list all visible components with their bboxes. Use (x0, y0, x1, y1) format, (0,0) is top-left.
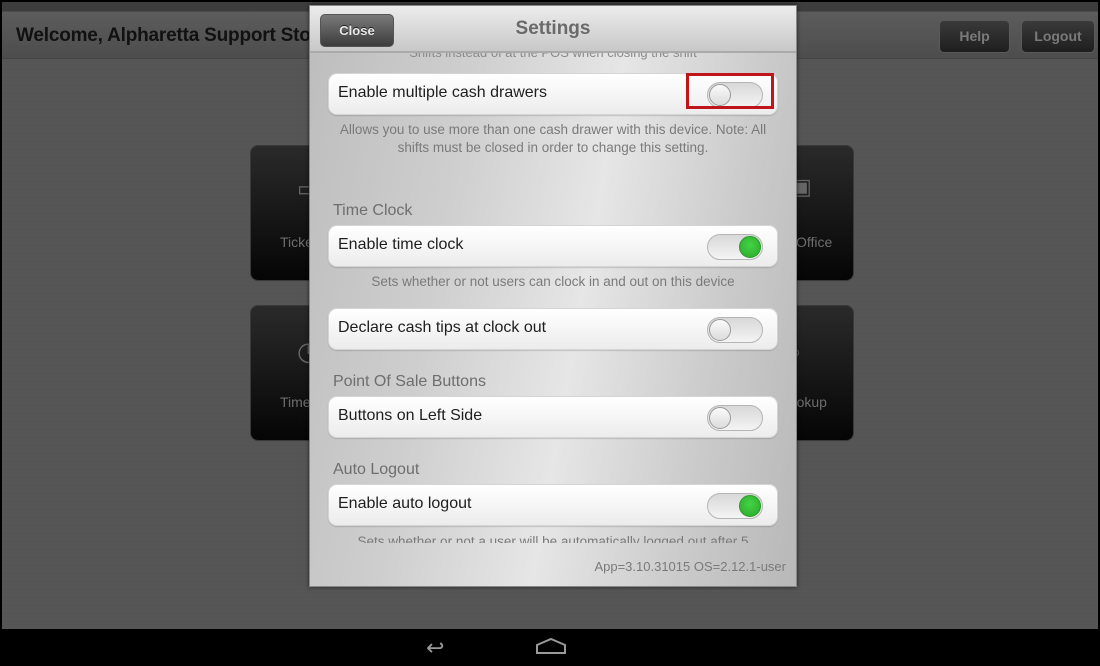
setting-enable-auto-logout: Enable auto logout (328, 484, 778, 526)
enable-auto-logout-toggle[interactable] (707, 493, 763, 519)
toggle-knob (709, 407, 731, 429)
settings-dialog: Close Settings Shifts instead of at the … (309, 5, 797, 587)
setting-label: Enable auto logout (338, 495, 472, 512)
logout-button[interactable]: Logout (1021, 20, 1095, 53)
truncated-description: Shifts instead of at the POS when closin… (310, 53, 796, 60)
setting-label: Enable multiple cash drawers (338, 84, 547, 101)
setting-description: Allows you to use more than one cash dra… (339, 122, 767, 155)
android-nav-bar: ↩ (2, 629, 1098, 664)
dialog-header: Close Settings (310, 6, 796, 53)
highlight-box (686, 73, 774, 109)
help-button[interactable]: Help (939, 20, 1010, 53)
setting-buttons-left-side: Buttons on Left Side (328, 396, 778, 438)
setting-description: Sets whether or not a user will be autom… (357, 534, 749, 543)
setting-declare-cash-tips: Declare cash tips at clock out (328, 308, 778, 350)
toggle-knob (709, 319, 731, 341)
setting-label: Enable time clock (338, 236, 464, 253)
setting-enable-time-clock: Enable time clock (328, 225, 778, 267)
enable-time-clock-toggle[interactable] (707, 234, 763, 260)
dialog-title: Settings (515, 18, 591, 39)
setting-label: Buttons on Left Side (338, 407, 483, 424)
app-screen: Welcome, Alpharetta Support Store Help L… (2, 2, 1098, 664)
setting-description: Sets whether or not users can clock in a… (371, 274, 735, 289)
declare-cash-tips-toggle[interactable] (707, 317, 763, 343)
welcome-text: Welcome, Alpharetta Support Store (16, 25, 329, 46)
back-icon[interactable]: ↩ (426, 635, 444, 661)
toggle-knob (739, 236, 761, 258)
toggle-knob (739, 495, 761, 517)
section-title-time-clock: Time Clock (333, 202, 413, 219)
home-icon[interactable] (535, 637, 567, 660)
setting-label: Declare cash tips at clock out (338, 319, 547, 336)
buttons-left-side-toggle[interactable] (707, 405, 763, 431)
settings-scroll-area[interactable]: Shifts instead of at the POS when closin… (310, 53, 796, 543)
version-text: App=3.10.31015 OS=2.12.1-user (594, 559, 786, 574)
section-title-auto-logout: Auto Logout (333, 461, 420, 478)
section-title-pos-buttons: Point Of Sale Buttons (333, 373, 486, 390)
